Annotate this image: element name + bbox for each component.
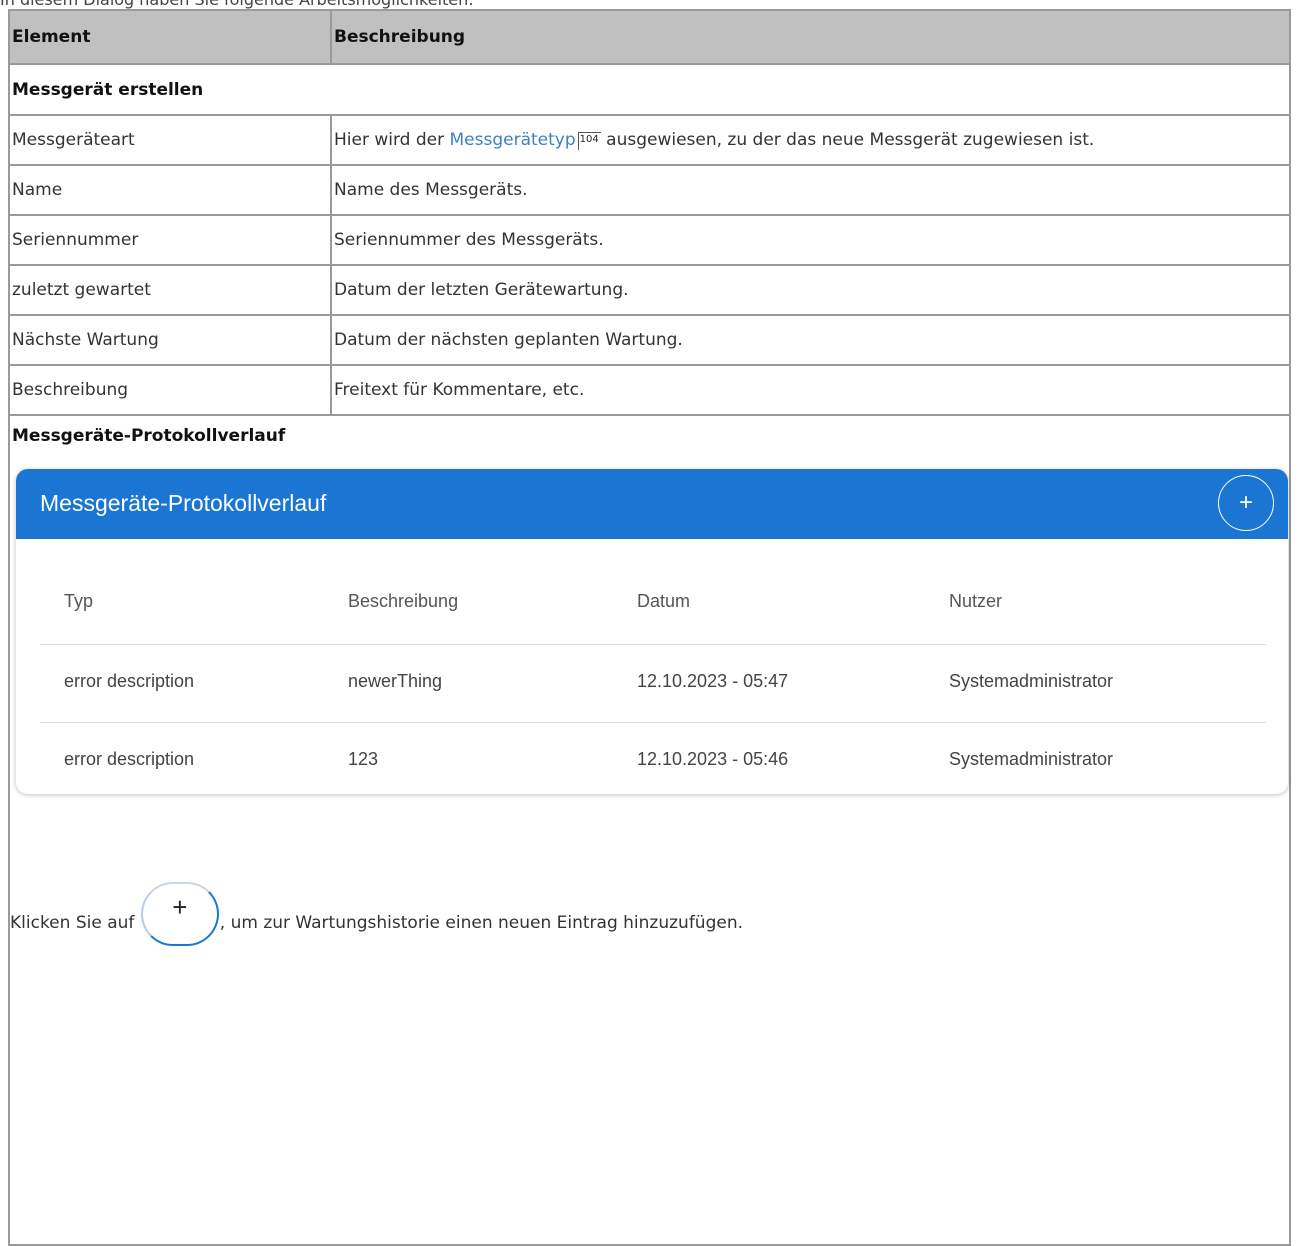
row-element: Name	[8, 164, 332, 216]
table-row[interactable]: error description 123 12.10.2023 - 05:46…	[40, 722, 1266, 794]
elements-table: Element Beschreibung Messgerät erstellen…	[8, 9, 1291, 1246]
col-datum: Datum	[637, 591, 691, 611]
cell-nutzer: Systemadministrator	[949, 749, 1114, 769]
section-title-protocol: Messgeräte-Protokollverlauf	[12, 426, 286, 446]
table-row[interactable]: error description newerThing 12.10.2023 …	[40, 644, 1266, 722]
instruction-before: Klicken Sie auf	[10, 913, 140, 933]
row-description: Hier wird der Messgerätetyp 104 ausgewies…	[330, 114, 1291, 166]
row-description: Datum der nächsten geplanten Wartung.	[330, 314, 1291, 366]
cell-typ: error description	[64, 749, 195, 769]
section-row: Messgeräte-Protokollverlauf Messgeräte-P…	[8, 414, 1291, 1246]
table-row: Nächste Wartung Datum der nächsten gepla…	[8, 314, 1291, 366]
row-description: Name des Messgeräts.	[330, 164, 1291, 216]
row-description: Seriennummer des Messgeräts.	[330, 214, 1291, 266]
plus-icon: +	[1238, 489, 1253, 516]
cell-beschreibung: newerThing	[348, 671, 443, 691]
table-row: Name Name des Messgeräts.	[8, 164, 1291, 216]
header-description: Beschreibung	[330, 9, 1291, 65]
col-typ: Typ	[64, 591, 94, 611]
add-button-image: +	[140, 882, 219, 946]
table-row: Beschreibung Freitext für Kommentare, et…	[8, 364, 1291, 416]
plus-icon: +	[172, 892, 188, 922]
section-title-create: Messgerät erstellen	[8, 63, 1291, 116]
row-element: zuletzt gewartet	[8, 264, 332, 316]
panel-header: Messgeräte-Protokollverlauf +	[16, 469, 1288, 539]
panel-title: Messgeräte-Protokollverlauf	[40, 490, 327, 516]
desc-text: ausgewiesen, zu der das neue Messgerät z…	[600, 130, 1095, 150]
add-entry-button[interactable]: +	[1218, 475, 1274, 531]
section-row: Messgerät erstellen	[8, 63, 1291, 116]
protocol-table: Typ Beschreibung Datum Nutzer error desc…	[40, 565, 1266, 794]
instruction-text: Klicken Sie auf + , um zur Wartungshistor…	[10, 864, 744, 946]
row-element: Messgeräteart	[8, 114, 332, 166]
cell-nutzer: Systemadministrator	[949, 671, 1114, 691]
table-header: Element Beschreibung	[8, 9, 1291, 65]
row-element: Beschreibung	[8, 364, 332, 416]
cell-beschreibung: 123	[348, 749, 379, 769]
instruction-after: , um zur Wartungshistorie einen neuen Ei…	[219, 913, 744, 933]
table-row: Seriennummer Seriennummer des Messgeräts…	[8, 214, 1291, 266]
table-row: Messgeräteart Hier wird der Messgerätety…	[8, 114, 1291, 166]
protocol-panel-screenshot: Messgeräte-Protokollverlauf + Typ Beschr…	[16, 469, 1288, 794]
col-beschreibung: Beschreibung	[348, 591, 459, 611]
row-element: Nächste Wartung	[8, 314, 332, 366]
header-element: Element	[8, 9, 332, 65]
intro-text: In diesem Dialog haben Sie folgende Arbe…	[0, 0, 474, 9]
protocol-table-header: Typ Beschreibung Datum Nutzer	[40, 565, 1266, 644]
row-description: Freitext für Kommentare, etc.	[330, 364, 1291, 416]
col-nutzer: Nutzer	[949, 591, 1003, 611]
link-messgeraetetyp[interactable]: Messgerätetyp	[450, 130, 576, 150]
cell-typ: error description	[64, 671, 195, 691]
cell-datum: 12.10.2023 - 05:47	[637, 671, 789, 691]
row-element: Seriennummer	[8, 214, 332, 266]
table-row: zuletzt gewartet Datum der letzten Gerät…	[8, 264, 1291, 316]
protocol-section-cell: Messgeräte-Protokollverlauf Messgeräte-P…	[8, 414, 1291, 1246]
desc-text: Hier wird der	[334, 130, 450, 150]
row-description: Datum der letzten Gerätewartung.	[330, 264, 1291, 316]
cell-datum: 12.10.2023 - 05:46	[637, 749, 789, 769]
page-ref-icon[interactable]: 104	[577, 132, 601, 150]
